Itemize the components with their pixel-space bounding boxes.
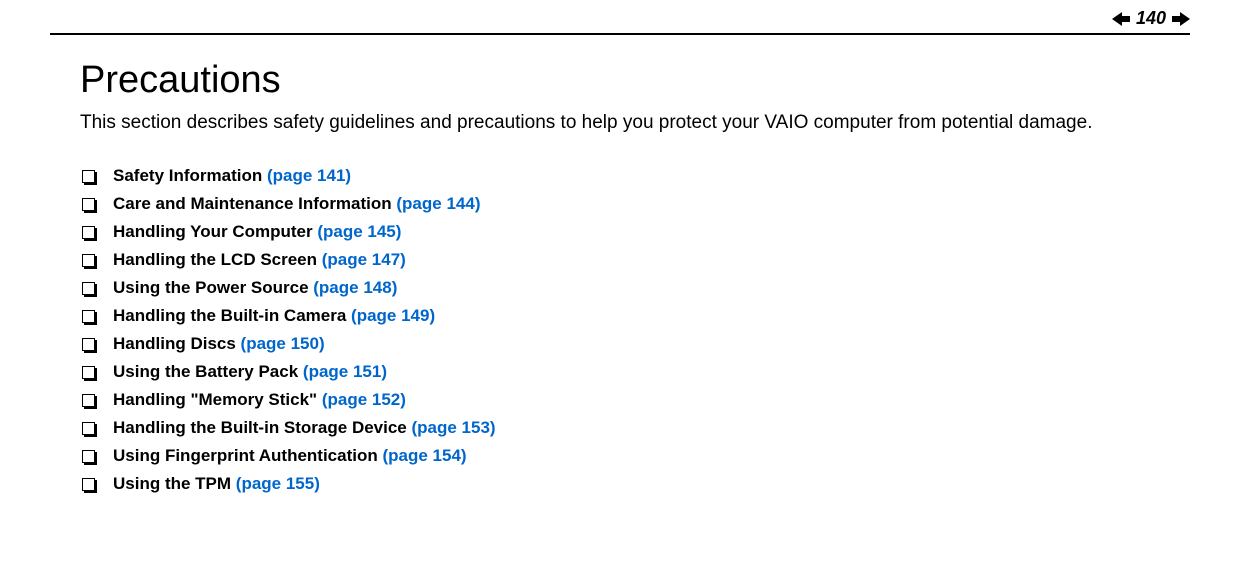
toc-item-memory-stick: Handling "Memory Stick" (page 152)	[80, 390, 1190, 410]
toc-label: Care and Maintenance Information	[113, 194, 396, 214]
toc-label: Handling "Memory Stick"	[113, 390, 322, 410]
page-number: 140	[1136, 8, 1166, 29]
toc-item-fingerprint: Using Fingerprint Authentication (page 1…	[80, 446, 1190, 466]
toc-page-link[interactable]: (page 152)	[322, 390, 406, 410]
toc-label: Handling the Built-in Storage Device	[113, 418, 411, 438]
toc-page-link[interactable]: (page 144)	[396, 194, 480, 214]
bullet-icon	[82, 338, 95, 351]
toc-item-discs: Handling Discs (page 150)	[80, 334, 1190, 354]
toc-page-link[interactable]: (page 149)	[351, 306, 435, 326]
toc-item-storage: Handling the Built-in Storage Device (pa…	[80, 418, 1190, 438]
toc-label: Safety Information	[113, 166, 267, 186]
bullet-icon	[82, 366, 95, 379]
toc-item-tpm: Using the TPM (page 155)	[80, 474, 1190, 494]
bullet-icon	[82, 282, 95, 295]
header-divider	[50, 33, 1190, 35]
toc-page-link[interactable]: (page 151)	[303, 362, 387, 382]
toc-item-camera: Handling the Built-in Camera (page 149)	[80, 306, 1190, 326]
toc-label: Handling Your Computer	[113, 222, 317, 242]
page-header: 140	[50, 0, 1190, 33]
page-title: Precautions	[80, 59, 1190, 102]
bullet-icon	[82, 254, 95, 267]
toc-item-computer: Handling Your Computer (page 145)	[80, 222, 1190, 242]
bullet-icon	[82, 198, 95, 211]
toc-page-link[interactable]: (page 153)	[411, 418, 495, 438]
toc-label: Using the Battery Pack	[113, 362, 303, 382]
bullet-icon	[82, 478, 95, 491]
toc-label: Handling the Built-in Camera	[113, 306, 351, 326]
content-area: Precautions This section describes safet…	[50, 59, 1190, 494]
bullet-icon	[82, 422, 95, 435]
toc-label: Using the Power Source	[113, 278, 313, 298]
toc-label: Handling the LCD Screen	[113, 250, 322, 270]
toc-item-power: Using the Power Source (page 148)	[80, 278, 1190, 298]
toc-page-link[interactable]: (page 155)	[236, 474, 320, 494]
toc-page-link[interactable]: (page 148)	[313, 278, 397, 298]
bullet-icon	[82, 394, 95, 407]
bullet-icon	[82, 226, 95, 239]
toc-page-link[interactable]: (page 147)	[322, 250, 406, 270]
toc-page-link[interactable]: (page 145)	[317, 222, 401, 242]
bullet-icon	[82, 310, 95, 323]
nav-next-icon[interactable]	[1172, 12, 1190, 26]
toc-label: Using the TPM	[113, 474, 236, 494]
bullet-icon	[82, 170, 95, 183]
toc-label: Using Fingerprint Authentication	[113, 446, 382, 466]
bullet-icon	[82, 450, 95, 463]
toc-label: Handling Discs	[113, 334, 241, 354]
toc-item-safety: Safety Information (page 141)	[80, 166, 1190, 186]
toc-item-battery: Using the Battery Pack (page 151)	[80, 362, 1190, 382]
toc-page-link[interactable]: (page 150)	[241, 334, 325, 354]
toc-item-care: Care and Maintenance Information (page 1…	[80, 194, 1190, 214]
toc-page-link[interactable]: (page 154)	[382, 446, 466, 466]
toc-item-lcd: Handling the LCD Screen (page 147)	[80, 250, 1190, 270]
intro-text: This section describes safety guidelines…	[80, 112, 1190, 134]
nav-prev-icon[interactable]	[1112, 12, 1130, 26]
toc-page-link[interactable]: (page 141)	[267, 166, 351, 186]
toc-list: Safety Information (page 141) Care and M…	[80, 166, 1190, 494]
